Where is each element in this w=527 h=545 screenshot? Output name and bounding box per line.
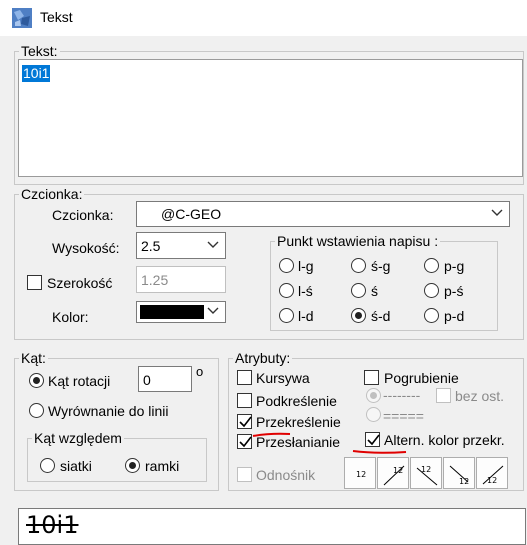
chevron-down-icon	[207, 307, 219, 314]
chevron-down-icon	[207, 241, 219, 248]
font-select-value: @C-GEO	[161, 206, 222, 222]
relative-grid-radio[interactable]	[40, 458, 55, 473]
strikethrough-checkbox[interactable]	[237, 414, 252, 429]
angle-group-legend: Kąt:	[21, 350, 46, 366]
orient-diagonal-left-button[interactable]: 12	[410, 457, 442, 489]
width-input[interactable]: 1.25	[136, 266, 226, 293]
anchor-label: ś-g	[371, 258, 391, 274]
anchor-radio-l-d[interactable]	[279, 308, 294, 323]
text-input-value: 10i1	[22, 65, 51, 82]
orient-horizontal-button[interactable]: 12	[344, 457, 376, 489]
orient-diagonal-left-icon: 12	[416, 465, 438, 486]
align-to-line-label: Wyrównanie do linii	[48, 403, 169, 419]
app-icon	[12, 8, 32, 28]
orient-diagonal-right-button[interactable]: 12	[476, 457, 508, 489]
checkmark-icon	[239, 416, 252, 428]
anchor-label: l-d	[298, 308, 314, 324]
orient-diagonal-down-button[interactable]: 12	[443, 457, 475, 489]
rotation-angle-input[interactable]: 0	[138, 366, 192, 392]
italic-checkbox[interactable]	[237, 370, 252, 385]
anchor-radio-s-d[interactable]	[351, 308, 366, 323]
relative-frame-radio[interactable]	[125, 458, 140, 473]
orient-horizontal-icon: 12	[356, 470, 366, 479]
double-line-radio[interactable]	[366, 407, 381, 422]
orient-diagonal-down-icon: 12	[449, 465, 469, 486]
width-checkbox[interactable]	[27, 275, 42, 290]
relative-frame-label: ramki	[145, 458, 180, 474]
checkmark-icon	[367, 434, 380, 446]
window-title: Tekst	[40, 9, 73, 25]
overlap-checkbox[interactable]	[237, 434, 252, 449]
anchor-radio-s-g[interactable]	[351, 258, 366, 273]
color-swatch	[140, 305, 204, 319]
color-select[interactable]	[136, 301, 226, 323]
height-label: Wysokość:	[52, 240, 120, 256]
orient-diagonal-right-icon: 12	[482, 465, 504, 485]
width-label: Szerokość	[47, 275, 113, 291]
rotation-angle-radio[interactable]	[29, 373, 44, 388]
svg-text:12: 12	[459, 477, 469, 486]
strikethrough-label: Przekreślenie	[256, 414, 341, 430]
bold-checkbox[interactable]	[364, 370, 379, 385]
anchor-radio-p-d[interactable]	[424, 308, 439, 323]
orient-diagonal-up-icon: 12	[383, 465, 405, 486]
align-to-line-radio[interactable]	[29, 403, 44, 418]
color-label: Kolor:	[52, 309, 89, 325]
anchor-label: l-ś	[298, 283, 313, 299]
anchor-radio-l-s[interactable]	[279, 283, 294, 298]
font-group-legend: Czcionka:	[21, 186, 83, 202]
alt-color-checkbox[interactable]	[365, 432, 380, 447]
alt-color-label: Altern. kolor przekr.	[384, 432, 505, 448]
anchor-radio-l-g[interactable]	[279, 258, 294, 273]
svg-text:12: 12	[487, 476, 497, 485]
rotation-angle-label: Kąt rotacji	[48, 373, 111, 389]
underline-label: Podkreślenie	[256, 393, 337, 409]
footnote-checkbox[interactable]	[237, 467, 252, 482]
dash-line-radio[interactable]	[366, 388, 381, 403]
title-bar	[0, 0, 527, 36]
anchor-label: ś	[371, 283, 378, 299]
angle-relative-group: Kąt względem	[27, 431, 207, 482]
chevron-down-icon	[491, 209, 503, 216]
width-input-value: 1.25	[141, 272, 169, 288]
anchor-label: l-g	[298, 258, 314, 274]
angle-relative-legend: Kąt względem	[34, 430, 122, 446]
height-select-value: 2.5	[141, 238, 161, 254]
italic-label: Kursywa	[256, 370, 310, 386]
text-group-legend: Tekst:	[21, 43, 58, 59]
relative-grid-label: siatki	[60, 458, 92, 474]
anchor-radio-p-g[interactable]	[424, 258, 439, 273]
annotation-underline	[352, 450, 407, 454]
rotation-angle-value: 0	[143, 372, 151, 388]
anchor-label: p-g	[444, 258, 465, 274]
checkmark-icon	[239, 436, 252, 448]
text-preview-value: 10i1	[26, 511, 79, 539]
dash-line-label: --------	[383, 387, 421, 403]
orient-diagonal-up-button[interactable]: 12	[377, 457, 409, 489]
anchor-radio-p-s[interactable]	[424, 283, 439, 298]
double-line-label: =====	[383, 408, 424, 424]
bez-ost-checkbox[interactable]	[436, 388, 451, 403]
text-preview	[18, 508, 526, 545]
attributes-group-legend: Atrybuty:	[235, 350, 291, 366]
degree-symbol: o	[196, 364, 204, 379]
height-select[interactable]: 2.5	[136, 232, 226, 259]
anchor-radio-s[interactable]	[351, 283, 366, 298]
anchor-label: p-d	[444, 308, 465, 324]
bold-label: Pogrubienie	[384, 370, 459, 386]
anchor-label: ś-d	[371, 308, 391, 324]
text-input[interactable]	[18, 59, 523, 177]
anchor-label: p-ś	[444, 283, 464, 299]
underline-checkbox[interactable]	[237, 393, 252, 408]
font-select[interactable]: @C-GEO	[136, 201, 510, 227]
bez-ost-label: bez ost.	[455, 388, 505, 404]
overlap-label: Przesłanianie	[256, 434, 341, 450]
svg-text:12: 12	[393, 466, 403, 475]
anchor-group-legend: Punkt wstawienia napisu :	[277, 233, 439, 249]
footnote-label: Odnośnik	[256, 467, 316, 483]
svg-text:12: 12	[356, 470, 366, 479]
font-label: Czcionka:	[52, 207, 114, 223]
svg-text:12: 12	[421, 465, 431, 474]
